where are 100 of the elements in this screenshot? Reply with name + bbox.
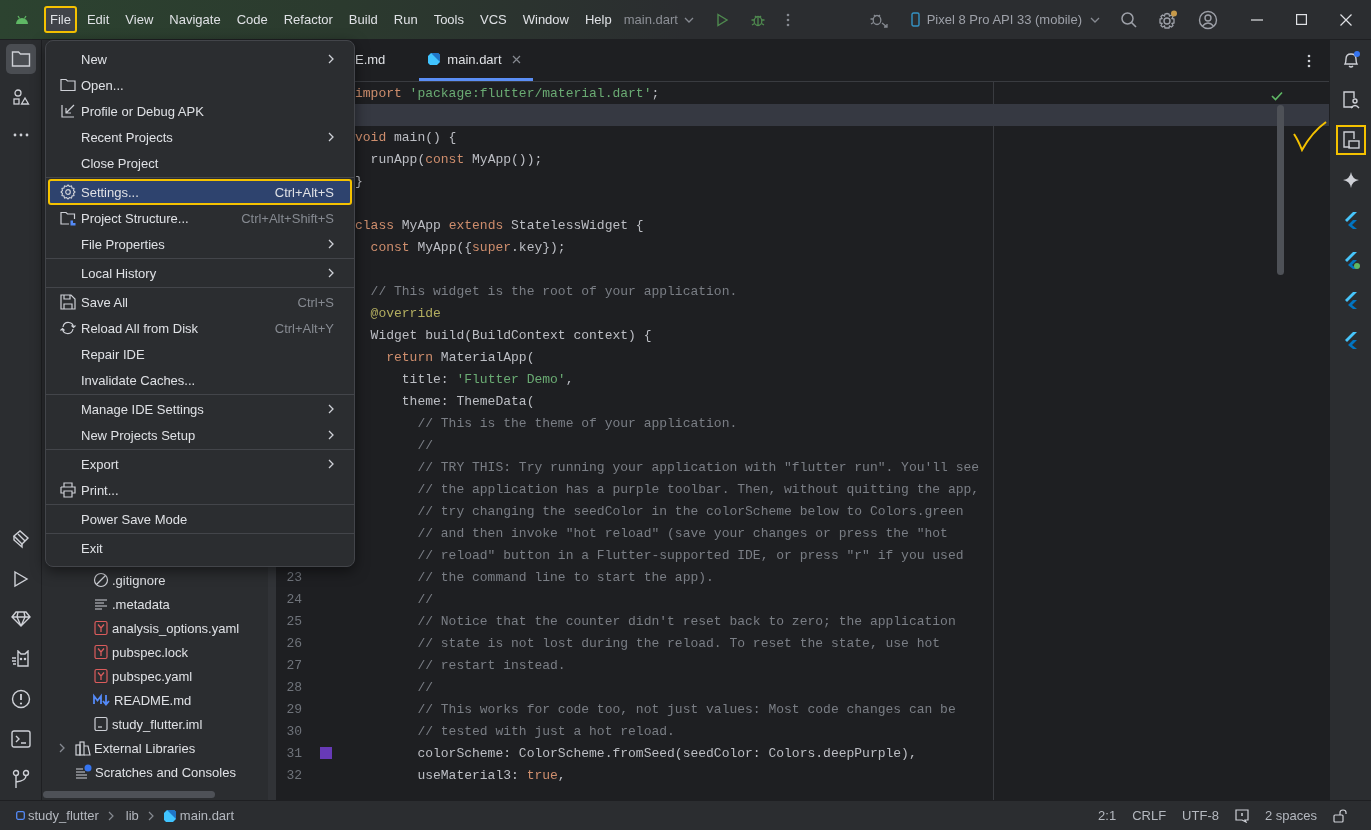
menu-bar-item[interactable]: Run	[387, 6, 424, 33]
code-line: }	[355, 173, 363, 189]
scrollbar-thumb[interactable]	[43, 791, 215, 798]
printer-icon	[60, 482, 76, 498]
device-selector[interactable]: Pixel 8 Pro API 33 (mobile)	[926, 12, 1082, 27]
line-separator[interactable]: CRLF	[1132, 808, 1167, 823]
menu-bar-item[interactable]: Tools	[427, 6, 470, 33]
yaml-file-icon	[93, 620, 109, 636]
phone-icon[interactable]	[910, 12, 920, 27]
menu-item[interactable]: Repair IDE	[81, 346, 145, 362]
menu-item[interactable]: Recent Projects	[81, 129, 173, 145]
menu-item[interactable]: File Properties	[81, 236, 165, 252]
chevron-down-icon[interactable]	[1090, 16, 1100, 23]
editor-tab[interactable]: main.dart	[447, 51, 502, 67]
account-icon[interactable]	[1198, 9, 1218, 30]
breadcrumb[interactable]: lib	[125, 808, 139, 823]
tree-item[interactable]: README.md	[114, 692, 192, 708]
more-icon[interactable]	[1307, 53, 1311, 68]
tree-item[interactable]: .gitignore	[112, 572, 166, 588]
menu-item[interactable]: Reload All from Disk	[81, 320, 199, 336]
folder-icon	[60, 77, 76, 93]
menu-item[interactable]: Profile or Debug APK	[81, 103, 204, 119]
menu-item[interactable]: Export	[81, 456, 119, 472]
menu-bar-item[interactable]: Navigate	[163, 6, 227, 33]
maximize-icon[interactable]	[1296, 14, 1307, 25]
file-encoding[interactable]: UTF-8	[1182, 808, 1219, 823]
menu-bar-item[interactable]: Code	[230, 6, 274, 33]
menu-bar-item[interactable]: Edit	[80, 6, 116, 33]
checkmark-icon	[1271, 91, 1283, 101]
menu-item[interactable]: Print...	[81, 482, 119, 498]
menu-bar-item[interactable]: File	[44, 6, 77, 33]
scrollbar-thumb[interactable]	[1277, 105, 1284, 275]
save-icon	[60, 294, 76, 310]
shortcut-hint: Ctrl+Alt+Shift+S	[241, 210, 334, 226]
menu-item[interactable]: Exit	[81, 540, 103, 556]
code-line: // reload" button in a Flutter-supported IDE, or press "r" if you used	[416, 547, 964, 563]
code-line: // This works for code too, not just values: Most code changes can be	[416, 701, 956, 717]
menu-bar-item[interactable]: Help	[578, 6, 618, 33]
android-logo-icon	[15, 14, 29, 25]
close-icon[interactable]	[511, 54, 521, 64]
settings-icon[interactable]	[1158, 9, 1178, 30]
shortcut-hint: Ctrl+S	[297, 294, 334, 310]
tree-item[interactable]: External Libraries	[94, 740, 196, 756]
folder-icon[interactable]	[5, 44, 36, 74]
lock-icon[interactable]	[1333, 808, 1349, 823]
breadcrumb[interactable]: main.dart	[179, 808, 235, 823]
menu-bar-item[interactable]: View	[119, 6, 160, 33]
code-line: runApp(const MyApp());	[369, 151, 543, 167]
code-line: // try changing the seedColor in the colorScheme below to Colors.green	[416, 503, 964, 519]
code-line: import 'package:flutter/material.dart';	[355, 85, 660, 101]
phone-icon[interactable]	[1335, 125, 1366, 155]
color-swatch[interactable]	[320, 747, 332, 759]
comment-icon[interactable]	[1234, 808, 1249, 823]
line-number: 30	[286, 723, 302, 739]
code-line: // the application has a purple toolbar. Then, without quitting the app,	[416, 481, 980, 497]
menu-item[interactable]: Local History	[81, 265, 157, 281]
menu-bar-item[interactable]: Window	[516, 6, 575, 33]
minimize-icon[interactable]	[1251, 18, 1263, 21]
code-line: void main() {	[355, 129, 457, 145]
code-line: // tested with just a hot reload.	[416, 723, 675, 739]
import-icon	[60, 103, 76, 119]
menu-item[interactable]: New Projects Setup	[81, 427, 196, 443]
library-icon	[75, 740, 91, 756]
reload-icon	[60, 320, 76, 336]
yaml-file-icon	[93, 644, 109, 660]
breadcrumb[interactable]: study_flutter	[28, 808, 99, 823]
project-widget[interactable]: main.dart	[623, 12, 684, 27]
code-line: return MaterialApp(	[385, 349, 535, 365]
code-line: useMaterial3: true,	[416, 767, 566, 783]
menu-item[interactable]: Invalidate Caches...	[81, 372, 196, 388]
tree-item[interactable]: Scratches and Consoles	[95, 764, 236, 780]
tree-item[interactable]: analysis_options.yaml	[112, 620, 240, 636]
code-line: // Notice that the counter didn't reset back to zero; the application	[416, 613, 956, 629]
tree-item[interactable]: pubspec.yaml	[112, 668, 193, 684]
search-icon[interactable]	[1120, 10, 1138, 29]
menu-item[interactable]: Settings...	[81, 184, 139, 200]
menu-item[interactable]: Open...	[81, 77, 124, 93]
menu-bar-item[interactable]: VCS	[474, 6, 513, 33]
caret-position[interactable]: 2:1	[1098, 808, 1117, 823]
code-line: colorScheme: ColorScheme.fromSeed(seedColor: Colors.deepPurple),	[416, 745, 917, 761]
chevron-down-icon[interactable]	[683, 16, 694, 23]
menu-bar-item[interactable]: Build	[342, 6, 384, 33]
indent-setting[interactable]: 2 spaces	[1264, 808, 1317, 823]
code-line: // state is not lost during the reload. To reset the state, use hot	[416, 635, 941, 651]
code-line: @override	[369, 305, 441, 321]
editor-tab[interactable]: E.md	[355, 51, 386, 67]
menu-bar-item[interactable]: Refactor	[277, 6, 339, 33]
menu-item[interactable]: Close Project	[81, 155, 159, 171]
chevron-icon	[107, 810, 114, 821]
menu-item[interactable]: Manage IDE Settings	[81, 401, 204, 417]
line-number: 27	[286, 657, 302, 673]
menu-item[interactable]: Project Structure...	[81, 210, 189, 226]
tree-item[interactable]: study_flutter.iml	[112, 716, 203, 732]
tree-item[interactable]: .metadata	[112, 596, 170, 612]
code-line: title: 'Flutter Demo',	[400, 371, 574, 387]
menu-item[interactable]: Power Save Mode	[81, 511, 188, 527]
menu-item[interactable]: Save All	[81, 294, 128, 310]
tree-item[interactable]: pubspec.lock	[112, 644, 188, 660]
text-file-icon	[93, 596, 109, 612]
menu-item[interactable]: New	[81, 51, 107, 67]
